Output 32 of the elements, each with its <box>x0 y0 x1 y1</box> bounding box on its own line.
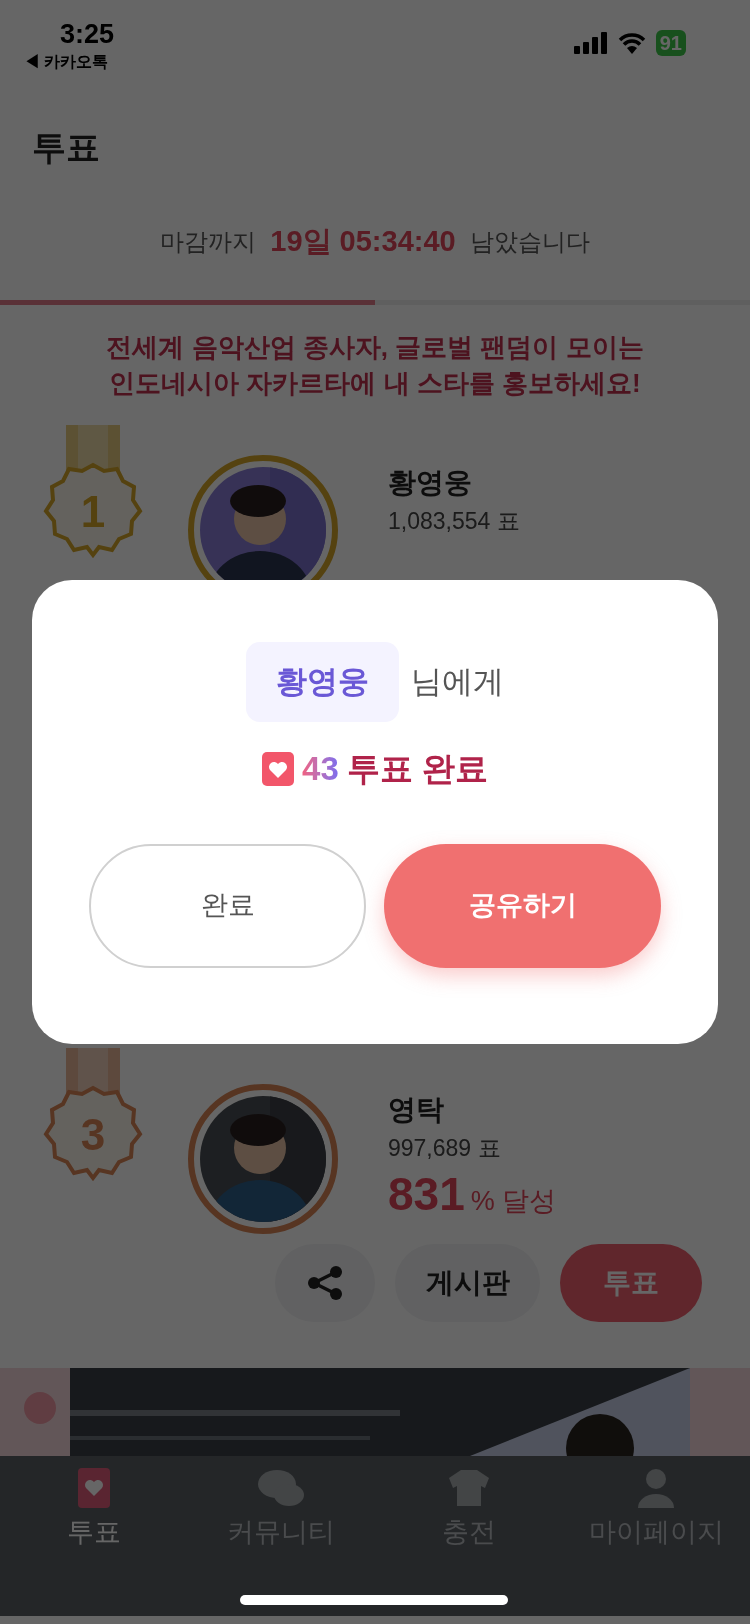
done-button[interactable]: 완료 <box>89 843 366 968</box>
signal-icon <box>573 32 608 54</box>
person-icon <box>638 1468 675 1508</box>
status-time: 3:25 <box>60 18 115 50</box>
vote-count: 1,083,554 표 <box>388 507 520 536</box>
achievement-label: % 달성 <box>470 1185 557 1218</box>
heart-card-icon <box>262 751 295 786</box>
vote-button[interactable]: 투표 <box>560 1244 702 1322</box>
back-to-app-link[interactable]: ◀ 카카오톡 <box>24 50 115 74</box>
promo-banner-text: 전세계 음악산업 종사자, 글로벌 팬덤이 모이는 인도네시아 자카르타에 내 스타를 홍보하세요! <box>106 331 644 400</box>
candidate-name: 황영웅 <box>388 466 473 500</box>
heart-card-icon <box>77 1468 110 1508</box>
recipient-suffix: 님에게 <box>411 662 504 701</box>
shirt-icon <box>446 1468 491 1508</box>
candidate-name: 영탁 <box>388 1093 445 1127</box>
vote-count: 997,689 표 <box>388 1134 502 1163</box>
wifi-icon <box>617 32 646 54</box>
page-title: 투표 <box>32 126 100 168</box>
tab-bar-item[interactable]: 투표 <box>0 1468 188 1616</box>
share-icon <box>307 1266 343 1300</box>
countdown-time: 19일 05:34:40 <box>270 224 456 260</box>
rank-number: 3 <box>79 1110 107 1160</box>
battery-icon: 91 <box>655 30 686 56</box>
achievement-percent: 831 <box>388 1167 465 1222</box>
board-button[interactable]: 게시판 <box>395 1244 540 1322</box>
countdown-prefix: 마감까지 <box>160 227 257 257</box>
chat-bubbles-icon <box>257 1468 306 1508</box>
rank-number: 1 <box>79 487 107 537</box>
share-button[interactable]: 공유하기 <box>384 843 661 968</box>
vote-result: 투표 완료 <box>346 749 488 789</box>
countdown-suffix: 남았습니다 <box>469 227 590 257</box>
recipient-name: 황영웅 <box>246 642 399 722</box>
